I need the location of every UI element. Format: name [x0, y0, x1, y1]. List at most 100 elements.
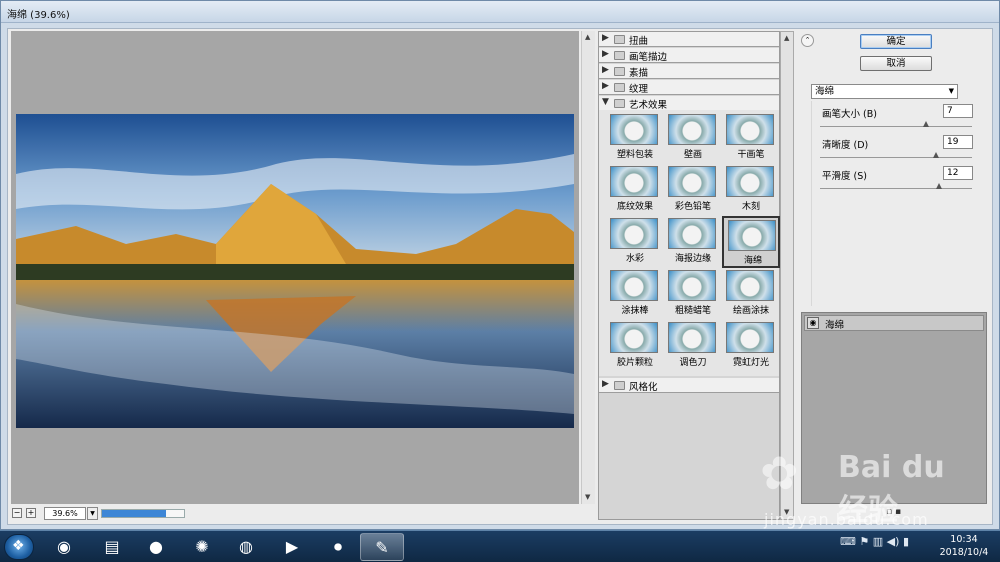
filter-thumbnail-label: 干画笔	[737, 150, 765, 160]
param-row: 画笔大小 (B) 7	[818, 104, 978, 136]
filter-thumbnail[interactable]: 彩色铅笔	[664, 164, 722, 216]
filter-thumbnail[interactable]: 塑料包装	[606, 112, 664, 164]
zoom-out-button[interactable]: −	[12, 508, 22, 518]
record-icon[interactable]: ⏺	[316, 533, 360, 561]
title-bar[interactable]: 海绵 (39.6%)	[1, 1, 999, 23]
filter-preview-image	[668, 270, 716, 301]
zoom-in-button[interactable]: +	[26, 508, 36, 518]
flag-icon[interactable]: ⚑	[859, 535, 869, 548]
param-slider-track[interactable]	[820, 157, 972, 158]
ie-icon[interactable]: ◉	[42, 533, 86, 561]
expand-arrow-icon: ▶	[602, 81, 609, 91]
start-button[interactable]: ❖	[4, 534, 34, 560]
filter-preview-image	[726, 114, 774, 145]
filter-thumbnail[interactable]: 霓虹灯光	[722, 320, 780, 372]
filter-thumbnails: 塑料包装 壁画 干画笔底纹效果 彩色铅笔 木刻水彩 海报边缘 海绵涂抹棒 粗糙蜡笔 绘画涂抹胶片…	[599, 110, 780, 376]
param-value-input[interactable]: 19	[943, 135, 973, 149]
param-slider-track[interactable]	[820, 126, 972, 127]
filter-preview-image	[668, 218, 716, 249]
param-value-input[interactable]: 7	[943, 104, 973, 118]
render-progress-bar	[101, 509, 185, 518]
windows-logo-icon: ❖	[12, 538, 25, 554]
filter-select[interactable]: 海绵 ▼	[811, 84, 958, 99]
expand-arrow-icon: ▶	[602, 49, 609, 59]
param-label: 画笔大小 (B)	[822, 109, 877, 120]
filter-preview-image	[728, 220, 776, 251]
qq-icon[interactable]: ●	[134, 533, 178, 561]
filter-preview-image	[668, 114, 716, 145]
zoom-dropdown-icon[interactable]: ▼	[87, 507, 98, 520]
battery-icon[interactable]: ▮	[903, 535, 909, 548]
scroll-up-arrow-icon[interactable]: ▲	[585, 33, 590, 41]
filter-thumbnail[interactable]: 胶片颗粒	[606, 320, 664, 372]
category-distort[interactable]: ▶ 扭曲	[599, 32, 779, 47]
filter-thumbnail[interactable]: 涂抹棒	[606, 268, 664, 320]
game-icon[interactable]: ▶	[270, 533, 314, 561]
category-artistic[interactable]: ▼ 艺术效果	[599, 96, 779, 111]
filter-thumbnail[interactable]: 绘画涂抹	[722, 268, 780, 320]
folder-icon	[614, 67, 625, 76]
category-brush-strokes[interactable]: ▶ 画笔描边	[599, 48, 779, 63]
explorer-icon[interactable]: ▤	[90, 533, 134, 561]
category-stylize[interactable]: ▶ 风格化	[599, 378, 779, 393]
filter-thumbnail[interactable]: 粗糙蜡笔	[664, 268, 722, 320]
folder-icon	[614, 51, 625, 60]
keyboard-icon[interactable]: ⌨	[840, 535, 856, 548]
cancel-button[interactable]: 取消	[860, 56, 932, 71]
param-row: 清晰度 (D) 19	[818, 135, 978, 167]
filter-thumbnail-label: 绘画涂抹	[732, 306, 769, 316]
filter-thumbnail-label: 壁画	[683, 150, 702, 160]
system-tray: ⌨ ⚑ ▥ ◀) ▮	[840, 535, 930, 559]
media-icon[interactable]: ✺	[180, 533, 224, 561]
expand-arrow-icon: ▶	[602, 65, 609, 75]
filter-thumbnail[interactable]: 海报边缘	[664, 216, 722, 268]
baidu-watermark: ✿ Bai du 经验 jingyan.baidu.com	[760, 440, 985, 530]
filter-preview-image	[668, 166, 716, 197]
param-row: 平滑度 (S) 12	[818, 166, 978, 198]
filter-thumbnail-label: 木刻	[741, 202, 760, 212]
param-label: 平滑度 (S)	[822, 171, 867, 182]
param-slider-knob[interactable]	[935, 183, 942, 189]
preview-image	[16, 114, 574, 428]
scroll-up-arrow-icon[interactable]: ▲	[784, 34, 789, 42]
photoshop-icon[interactable]: ✎	[360, 533, 404, 561]
landscape-illustration	[16, 114, 574, 428]
clock[interactable]: 10:34 2018/10/4	[935, 533, 993, 559]
visibility-eye-icon[interactable]: ◉	[807, 317, 819, 329]
filter-settings: 画笔大小 (B) 7 清晰度 (D) 19 平滑度 (S) 12	[811, 101, 991, 306]
ok-button[interactable]: 确定	[860, 34, 932, 49]
filter-thumbnail[interactable]: 底纹效果	[606, 164, 664, 216]
filter-preview-image	[610, 322, 658, 353]
param-slider-track[interactable]	[820, 188, 972, 189]
network-icon[interactable]: ▥	[873, 535, 883, 548]
filter-preview-image	[726, 322, 774, 353]
filter-preview-image	[610, 270, 658, 301]
filter-thumbnail[interactable]: 水彩	[606, 216, 664, 268]
folder-icon	[614, 381, 625, 390]
param-label: 清晰度 (D)	[822, 140, 869, 151]
zoom-level-field[interactable]: 39.6%	[44, 507, 86, 520]
filter-thumbnail[interactable]: 调色刀	[664, 320, 722, 372]
volume-icon[interactable]: ◀)	[887, 535, 900, 548]
effect-layer[interactable]: ◉ 海绵	[804, 315, 984, 331]
collapse-gallery-icon[interactable]: ⌃	[801, 34, 814, 47]
filter-thumbnail-label: 彩色铅笔	[674, 202, 711, 212]
filter-thumbnail[interactable]: 壁画	[664, 112, 722, 164]
filter-thumbnail[interactable]: 海绵	[722, 216, 780, 268]
firefox-icon[interactable]: ◍	[224, 533, 268, 561]
filter-thumbnail-label: 底纹效果	[616, 202, 653, 212]
clock-date: 2018/10/4	[939, 547, 989, 558]
filter-thumbnail[interactable]: 木刻	[722, 164, 780, 216]
filter-thumbnail[interactable]: 干画笔	[722, 112, 780, 164]
filter-select-value: 海绵	[815, 86, 835, 97]
category-texture[interactable]: ▶ 纹理	[599, 80, 779, 95]
scroll-down-arrow-icon[interactable]: ▼	[585, 493, 590, 501]
preview-scrollbar[interactable]: ▲ ▼	[581, 31, 595, 504]
filter-thumbnail-label: 涂抹棒	[621, 306, 649, 316]
param-slider-knob[interactable]	[923, 121, 930, 127]
param-value-input[interactable]: 12	[943, 166, 973, 180]
filter-thumbnail-label: 海报边缘	[674, 254, 711, 264]
preview-area[interactable]	[11, 31, 579, 504]
param-slider-knob[interactable]	[932, 152, 939, 158]
category-sketch[interactable]: ▶ 素描	[599, 64, 779, 79]
